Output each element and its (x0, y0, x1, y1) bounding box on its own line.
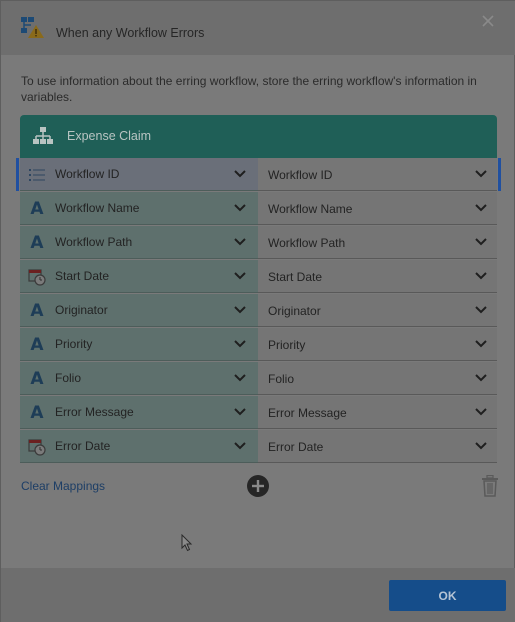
chevron-down-icon (475, 442, 487, 450)
source-field-label: Start Date (55, 269, 110, 283)
text-icon: A (30, 301, 44, 321)
target-variable-label: Workflow ID (268, 168, 333, 182)
source-field-label: Originator (55, 303, 108, 317)
mapping-row: Error Date Error Date (20, 430, 497, 464)
mapping-row: A Folio Folio (20, 362, 497, 396)
source-field-dropdown[interactable]: A Priority (20, 328, 258, 361)
grid-title: Expense Claim (67, 129, 152, 143)
chevron-down-icon (234, 306, 246, 314)
chevron-down-icon (234, 204, 246, 212)
ok-button[interactable]: OK (389, 580, 506, 611)
target-variable-dropdown[interactable]: Folio (258, 362, 497, 395)
target-variable-dropdown[interactable]: Error Date (258, 430, 497, 463)
chevron-down-icon (475, 408, 487, 416)
list-icon (29, 169, 45, 181)
chevron-down-icon (475, 374, 487, 382)
dialog-header: When any Workflow Errors (1, 1, 515, 55)
target-variable-dropdown[interactable]: Workflow Path (258, 226, 497, 259)
chevron-down-icon (475, 340, 487, 348)
source-field-dropdown[interactable]: A Workflow Name (20, 192, 258, 225)
mapping-grid: Expense Claim Workflow ID Workflow ID A Wor… (16, 115, 501, 465)
mapping-row: Workflow ID Workflow ID (16, 158, 501, 192)
source-field-dropdown[interactable]: A Originator (20, 294, 258, 327)
mapping-row: A Priority Priority (20, 328, 497, 362)
chevron-down-icon (234, 374, 246, 382)
source-field-label: Error Date (55, 439, 111, 453)
calendar-clock-icon (28, 439, 46, 456)
trash-icon[interactable] (481, 475, 499, 497)
chevron-down-icon (475, 272, 487, 280)
source-field-label: Workflow ID (55, 167, 120, 181)
chevron-down-icon (475, 204, 487, 212)
text-icon: A (30, 335, 44, 355)
target-variable-dropdown[interactable]: Priority (258, 328, 497, 361)
source-field-dropdown[interactable]: A Workflow Path (20, 226, 258, 259)
mapping-row: A Error Message Error Message (20, 396, 497, 430)
mapping-row: A Workflow Name Workflow Name (20, 192, 497, 226)
chevron-down-icon (234, 238, 246, 246)
source-field-dropdown[interactable]: Workflow ID (16, 158, 258, 191)
source-field-dropdown[interactable]: Start Date (20, 260, 258, 293)
dialog-title: When any Workflow Errors (56, 26, 205, 40)
text-icon: A (30, 369, 44, 389)
chevron-down-icon (475, 170, 487, 178)
source-field-label: Error Message (55, 405, 134, 419)
dialog: When any Workflow Errors To use informat… (0, 0, 515, 622)
chevron-down-icon (234, 272, 246, 280)
selection-indicator (498, 158, 501, 191)
mapping-row: Start Date Start Date (20, 260, 497, 294)
mapping-row: A Workflow Path Workflow Path (20, 226, 497, 260)
target-variable-label: Error Message (268, 406, 347, 420)
plus-circle-icon[interactable] (246, 474, 270, 498)
source-field-label: Workflow Path (55, 235, 133, 249)
target-variable-dropdown[interactable]: Workflow Name (258, 192, 497, 225)
target-variable-label: Start Date (268, 270, 323, 284)
grid-header: Expense Claim (20, 115, 497, 158)
source-field-dropdown[interactable]: A Folio (20, 362, 258, 395)
source-field-label: Folio (55, 371, 82, 385)
target-variable-dropdown[interactable]: Workflow ID (258, 158, 501, 191)
source-field-label: Priority (55, 337, 93, 351)
workflow-icon (33, 127, 53, 144)
chevron-down-icon (234, 170, 246, 178)
chevron-down-icon (234, 408, 246, 416)
text-icon: A (30, 403, 44, 423)
clear-mappings-link[interactable]: Clear Mappings (21, 479, 105, 493)
target-variable-dropdown[interactable]: Originator (258, 294, 497, 327)
target-variable-label: Workflow Path (268, 236, 346, 250)
target-variable-label: Originator (268, 304, 321, 318)
text-icon: A (30, 199, 44, 219)
workflow-warning-icon (21, 17, 44, 38)
target-variable-label: Error Date (268, 440, 324, 454)
close-icon[interactable] (480, 13, 496, 29)
target-variable-label: Workflow Name (268, 202, 353, 216)
target-variable-dropdown[interactable]: Start Date (258, 260, 497, 293)
source-field-dropdown[interactable]: Error Date (20, 430, 258, 463)
source-field-label: Workflow Name (55, 201, 140, 215)
target-variable-label: Priority (268, 338, 306, 352)
chevron-down-icon (475, 238, 487, 246)
mouse-pointer-icon (181, 534, 193, 552)
source-field-dropdown[interactable]: A Error Message (20, 396, 258, 429)
text-icon: A (30, 233, 44, 253)
target-variable-dropdown[interactable]: Error Message (258, 396, 497, 429)
chevron-down-icon (234, 442, 246, 450)
chevron-down-icon (234, 340, 246, 348)
selection-indicator (16, 158, 19, 191)
mapping-row: A Originator Originator (20, 294, 497, 328)
intro-text: To use information about the erring work… (21, 74, 477, 104)
chevron-down-icon (475, 306, 487, 314)
dialog-footer: OK (1, 568, 515, 622)
target-variable-label: Folio (268, 372, 295, 386)
calendar-clock-icon (28, 269, 46, 286)
